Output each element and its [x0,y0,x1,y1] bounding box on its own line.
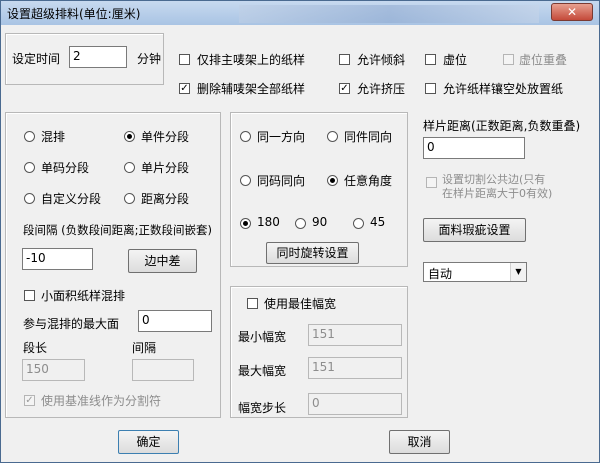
title-bar-gradient [239,5,539,23]
time-input[interactable]: 2 [69,46,127,68]
seg-len-input[interactable]: 150 [22,359,85,381]
custom-label: 自定义分段 [41,192,102,206]
allow-squeeze-label: 允许挤压 [357,82,406,96]
mixed-label: 混排 [41,130,66,144]
angle-180-radio[interactable] [240,218,251,229]
allow-squeeze-checkbox[interactable]: ✓ [339,83,350,94]
allow-gap-checkbox[interactable] [425,83,436,94]
chevron-down-icon[interactable]: ▼ [510,263,526,281]
use-best-width-checkbox[interactable] [247,298,258,309]
max-area-label: 参与混排的最大面 [23,317,120,331]
single-sheet-radio[interactable] [124,162,135,173]
single-code-radio[interactable] [24,162,35,173]
max-area-input[interactable]: 0 [138,310,212,332]
same-code-label: 同码同向 [257,174,306,188]
baseline-label: 使用基准线作为分割符 [41,394,162,408]
angle-45-label: 45 [370,215,386,229]
cut-common-edge-line2: 在样片距离大于0有效) [442,187,553,200]
single-piece-radio[interactable] [124,131,135,142]
seg-gap-input[interactable]: -10 [22,248,93,270]
baseline-checkbox[interactable]: ✓ [24,395,35,406]
auto-select-value: 自动 [428,267,453,281]
max-width-label: 最大幅宽 [238,364,287,378]
dialog-client: 设定时间 2 分钟 仅排主唛架上的纸样 ✓ 删除辅唛架全部纸样 允许倾斜 ✓ 允… [2,25,598,462]
width-step-label: 幅宽步长 [238,401,287,415]
same-dir-label: 同一方向 [257,130,306,144]
width-group: 使用最佳幅宽 最小幅宽 151 最大幅宽 151 幅宽步长 0 [230,286,408,418]
angle-90-label: 90 [312,215,328,229]
layout-group: 混排 单件分段 单码分段 单片分段 自定义分段 距离分段 段间隔 (负数段间距离… [5,112,221,418]
seg-gap-label: 段间隔 (负数段间距离;正数段间嵌套) [23,223,213,237]
close-button[interactable]: ✕ [551,3,593,21]
interval-input[interactable] [132,359,194,381]
auto-select[interactable]: 自动 ▼ [423,262,527,282]
any-angle-radio[interactable] [327,175,338,186]
min-width-input[interactable]: 151 [308,324,402,346]
virtual-overlap-label: 虚位重叠 [519,53,568,67]
single-sheet-label: 单片分段 [141,161,190,175]
virtual-overlap-checkbox[interactable] [503,54,514,65]
title-bar[interactable]: 设置超级排料(单位:厘米) ✕ [1,1,599,25]
angle-45-radio[interactable] [353,218,364,229]
min-width-label: 最小幅宽 [238,330,287,344]
max-width-input[interactable]: 151 [308,357,402,379]
allow-tilt-label: 允许倾斜 [357,53,406,67]
interval-label: 间隔 [132,341,157,355]
only-main-checkbox[interactable] [179,54,190,65]
only-main-label: 仅排主唛架上的纸样 [197,53,306,67]
allow-gap-label: 允许纸样镶空处放置纸 [443,82,564,96]
delete-aux-checkbox[interactable]: ✓ [179,83,190,94]
window-title: 设置超级排料(单位:厘米) [7,7,141,21]
cancel-button[interactable]: 取消 [389,430,450,454]
dialog-window: 设置超级排料(单位:厘米) ✕ 设定时间 2 分钟 仅排主唛架上的纸样 ✓ 删除… [0,0,600,463]
small-area-checkbox[interactable] [24,290,35,301]
width-step-input[interactable]: 0 [308,393,402,415]
sample-distance-label: 样片距离(正数距离,负数重叠) [423,119,581,133]
cut-common-edge-checkbox[interactable] [426,177,437,188]
any-angle-label: 任意角度 [344,174,393,188]
mixed-radio[interactable] [24,131,35,142]
distance-radio[interactable] [124,193,135,204]
custom-radio[interactable] [24,193,35,204]
same-piece-label: 同件同向 [344,130,393,144]
angle-180-label: 180 [257,215,280,229]
small-area-label: 小面积纸样混排 [41,289,126,303]
time-label: 设定时间 [12,52,61,66]
use-best-width-label: 使用最佳幅宽 [264,297,337,311]
same-code-radio[interactable] [240,175,251,186]
time-group: 设定时间 2 分钟 [5,33,164,85]
rotate-settings-button[interactable]: 同时旋转设置 [266,242,359,264]
sample-distance-input[interactable]: 0 [423,137,525,159]
distance-label: 距离分段 [141,192,190,206]
direction-group: 同一方向 同件同向 同码同向 任意角度 180 90 45 同时旋转设置 [230,112,408,267]
delete-aux-label: 删除辅唛架全部纸样 [197,82,306,96]
virtual-label: 虚位 [443,53,468,67]
close-icon: ✕ [566,5,578,19]
seg-len-label: 段长 [23,341,48,355]
time-unit: 分钟 [137,52,162,66]
ok-button[interactable]: 确定 [118,430,179,454]
same-piece-radio[interactable] [327,131,338,142]
same-dir-radio[interactable] [240,131,251,142]
single-piece-label: 单件分段 [141,130,190,144]
virtual-checkbox[interactable] [425,54,436,65]
allow-tilt-checkbox[interactable] [339,54,350,65]
angle-90-radio[interactable] [295,218,306,229]
fabric-defect-button[interactable]: 面料瑕疵设置 [423,218,526,242]
edge-diff-button[interactable]: 边中差 [128,249,197,273]
single-code-label: 单码分段 [41,161,90,175]
